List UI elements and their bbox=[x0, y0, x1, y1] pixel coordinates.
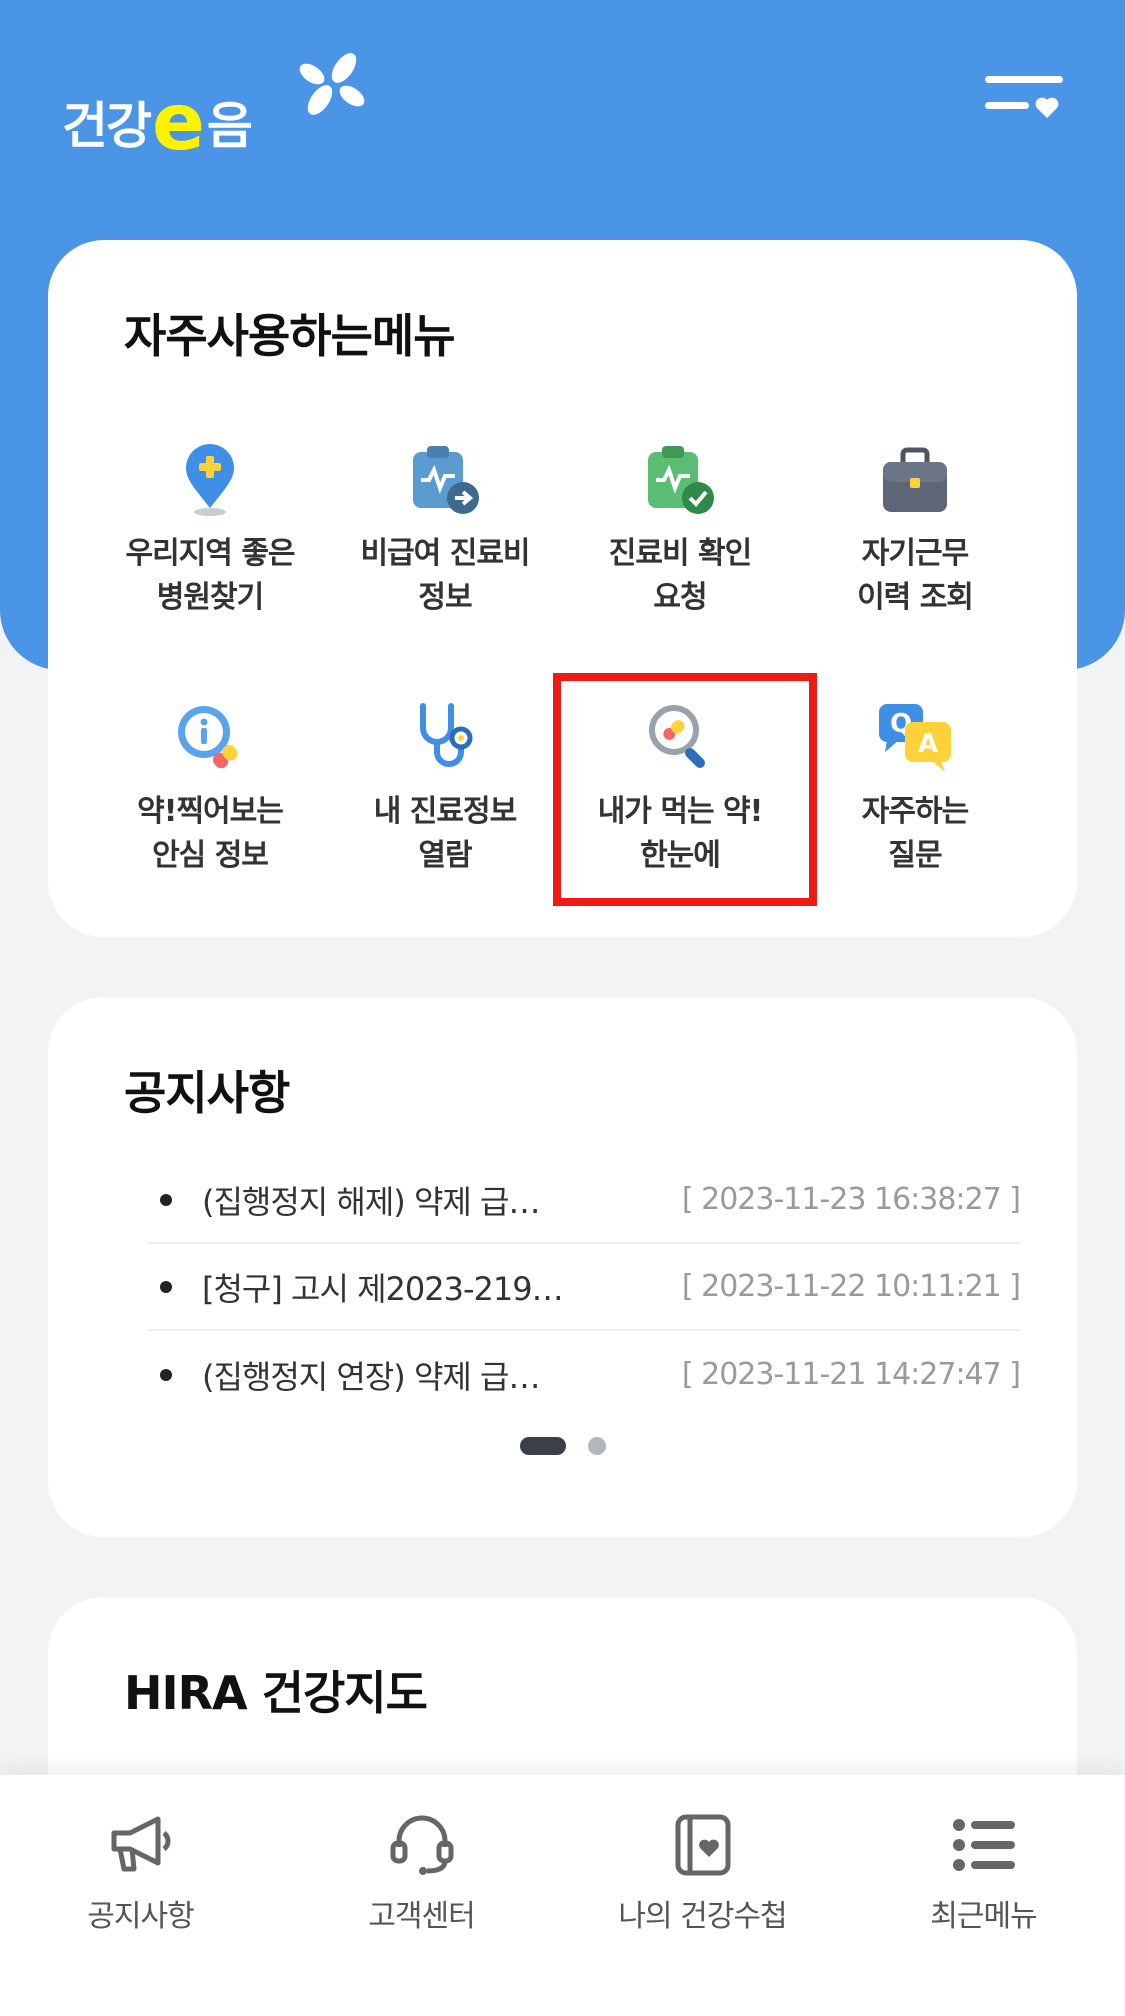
logo-text-2: 음 bbox=[206, 97, 253, 155]
bullet bbox=[160, 1280, 172, 1293]
notice-row[interactable]: (집행정지 연장) 약제 급… [ 2023-11-21 14:27:47 ] bbox=[148, 1331, 1021, 1418]
menu-item-hospital-finder[interactable]: 우리지역 좋은 병원찾기 bbox=[93, 442, 327, 662]
list-icon bbox=[952, 1819, 1015, 1871]
notice-title: [청구] 고시 제2023-219… bbox=[202, 1269, 564, 1308]
notice-pager bbox=[48, 1437, 1077, 1455]
nav-label: 나의 건강수첩 bbox=[618, 1899, 787, 1934]
notices-card: 공지사항 (집행정지 해제) 약제 급… [ 2023-11-23 16:38:… bbox=[48, 997, 1077, 1537]
nav-customer-center[interactable]: 고객센터 bbox=[281, 1775, 562, 2016]
menu-item-label: 자기근무 이력 조회 bbox=[857, 536, 974, 615]
menu-item-drug-photo-info[interactable]: 약!찍어보는 안심 정보 bbox=[93, 700, 327, 920]
nav-notices[interactable]: 공지사항 bbox=[0, 1775, 281, 2016]
menu-item-label: 비급여 진료비 정보 bbox=[360, 536, 530, 615]
hamburger-heart-menu-button[interactable] bbox=[985, 72, 1063, 122]
menu-item-label: 진료비 확인 요청 bbox=[608, 536, 752, 615]
nav-label: 고객센터 bbox=[368, 1899, 475, 1934]
notices-title: 공지사항 bbox=[124, 1066, 290, 1120]
notice-title: (집행정지 연장) 약제 급… bbox=[202, 1357, 540, 1396]
briefcase-icon bbox=[883, 447, 947, 512]
menu-item-label: 우리지역 좋은 병원찾기 bbox=[125, 536, 295, 615]
clipboard-arrow-icon bbox=[413, 446, 479, 514]
menu-item-label: 내가 먹는 약! 한눈에 bbox=[597, 794, 764, 873]
menu-item-label: 자주하는 질문 bbox=[861, 794, 969, 873]
stethoscope-icon bbox=[420, 703, 473, 767]
bottom-nav: 공지사항 고객센터 나의 건강수첩 최근메뉴 bbox=[0, 1775, 1125, 2016]
nav-label: 최근메뉴 bbox=[930, 1899, 1037, 1934]
logo-pinwheel-icon bbox=[299, 53, 365, 115]
bullet bbox=[160, 1193, 172, 1206]
menu-item-my-medical-info[interactable]: 내 진료정보 열람 bbox=[328, 700, 562, 920]
nav-health-notebook[interactable]: 나의 건강수첩 bbox=[562, 1775, 843, 2016]
frequent-menu-title: 자주사용하는메뉴 bbox=[124, 309, 456, 363]
menu-item-cost-check-request[interactable]: 진료비 확인 요청 bbox=[563, 442, 797, 662]
menu-item-label: 내 진료정보 열람 bbox=[373, 794, 517, 873]
health-map-title: HIRA 건강지도 bbox=[124, 1666, 428, 1720]
logo-text-1: 건강 bbox=[62, 97, 152, 155]
notice-date: [ 2023-11-22 10:11:21 ] bbox=[681, 1269, 1021, 1304]
notice-row[interactable]: [청구] 고시 제2023-219… [ 2023-11-22 10:11:21… bbox=[148, 1244, 1021, 1331]
notice-row[interactable]: (집행정지 해제) 약제 급… [ 2023-11-23 16:38:27 ] bbox=[148, 1157, 1021, 1244]
app-logo[interactable]: 건강 e 음 bbox=[62, 53, 365, 168]
nav-label: 공지사항 bbox=[87, 1899, 194, 1934]
megaphone-icon bbox=[111, 1816, 170, 1872]
headset-icon bbox=[390, 1815, 453, 1875]
hamburger-heart-icon bbox=[985, 76, 1063, 118]
menu-item-my-medication[interactable]: 내가 먹는 약! 한눈에 bbox=[563, 700, 797, 920]
menu-item-noncovered-cost[interactable]: 비급여 진료비 정보 bbox=[328, 442, 562, 662]
frequent-menu-card: 자주사용하는메뉴 우리지역 좋은 병원찾기 비급여 진료비 정보 진료비 확인 … bbox=[48, 240, 1077, 937]
clipboard-check-icon bbox=[648, 446, 714, 514]
menu-item-faq[interactable]: Q A 자주하는 질문 bbox=[798, 700, 1032, 920]
map-pin-plus-icon bbox=[186, 444, 234, 516]
nav-recent-menu[interactable]: 최근메뉴 bbox=[843, 1775, 1124, 2016]
notice-date: [ 2023-11-23 16:38:27 ] bbox=[681, 1182, 1021, 1217]
qa-bubble-icon: Q A bbox=[879, 704, 951, 772]
bullet bbox=[160, 1368, 172, 1381]
menu-item-label: 약!찍어보는 안심 정보 bbox=[137, 794, 284, 873]
magnifier-pill-icon bbox=[649, 705, 705, 768]
logo-e: e bbox=[152, 78, 205, 168]
svg-text:A: A bbox=[918, 729, 938, 759]
menu-item-work-history[interactable]: 자기근무 이력 조회 bbox=[798, 442, 1032, 662]
notice-title: (집행정지 해제) 약제 급… bbox=[202, 1182, 540, 1221]
notice-list: (집행정지 해제) 약제 급… [ 2023-11-23 16:38:27 ] … bbox=[148, 1157, 1021, 1418]
pager-dot[interactable] bbox=[587, 1437, 606, 1455]
health-notebook-icon bbox=[675, 1814, 730, 1876]
info-pill-icon bbox=[178, 706, 238, 769]
notice-date: [ 2023-11-21 14:27:47 ] bbox=[681, 1357, 1021, 1392]
pager-dot-active[interactable] bbox=[519, 1437, 566, 1455]
